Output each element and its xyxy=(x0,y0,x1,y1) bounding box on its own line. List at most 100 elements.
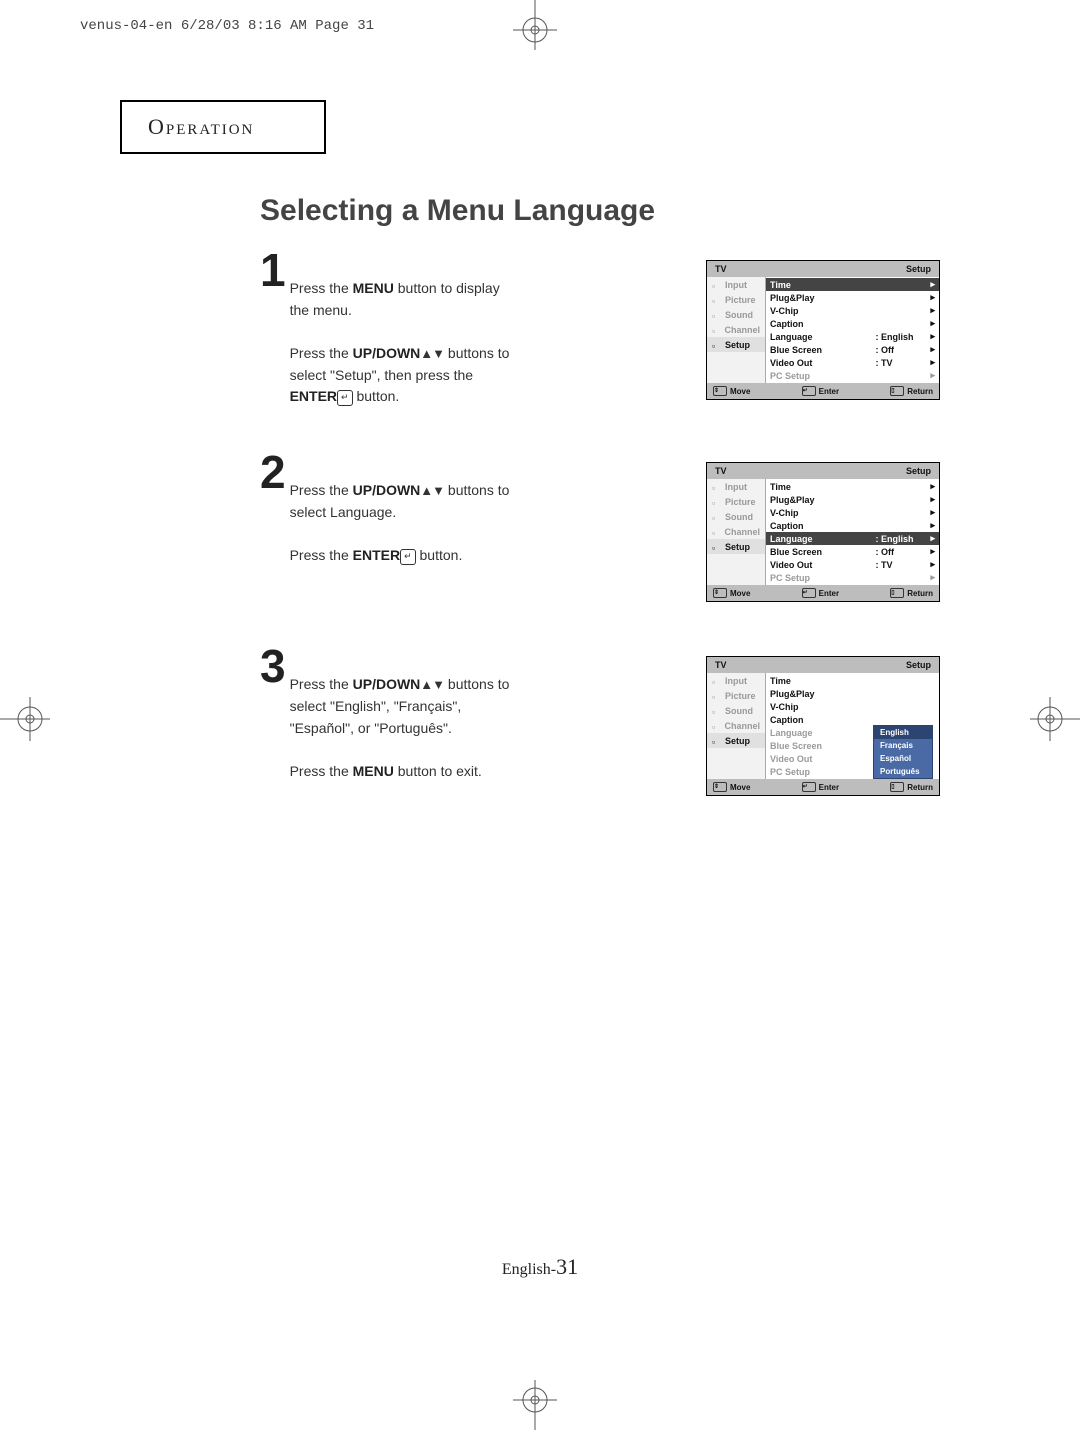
language-option: Português xyxy=(874,765,932,778)
osd-header-right: Setup xyxy=(906,660,931,670)
osd-body: ▫Input▫Picture▫Sound▫Channel▫SetupTime▸P… xyxy=(707,277,939,383)
step-number: 3 xyxy=(260,646,286,687)
osd-item-name: Video Out xyxy=(770,754,873,764)
osd-side-label: Channel xyxy=(724,721,760,731)
osd-side-item: ▫Setup xyxy=(707,539,765,554)
return-icon: ▯ xyxy=(890,386,904,396)
page: venus-04-en 6/28/03 8:16 AM Page 31 Oper… xyxy=(0,0,1080,1430)
osd-item-name: Plug&Play xyxy=(770,293,873,303)
menu-category-icon: ▫ xyxy=(712,543,722,551)
osd-side-label: Input xyxy=(725,482,747,492)
menu-category-icon: ▫ xyxy=(712,296,722,304)
osd-side-label: Sound xyxy=(725,512,753,522)
osd-item: Time xyxy=(766,674,939,687)
crop-mark-left xyxy=(0,689,60,749)
osd-item-name: Caption xyxy=(770,319,873,329)
osd-item-name: Blue Screen xyxy=(770,345,873,355)
menu-category-icon: ▫ xyxy=(712,737,722,745)
osd-item-value: TV xyxy=(881,358,925,368)
updown-icon: ▲▼ xyxy=(420,483,444,498)
osd-item-name: V-Chip xyxy=(770,508,873,518)
step-body: Press the UP/DOWN▲▼ buttons to select La… xyxy=(290,458,940,602)
osd-header-left: TV xyxy=(715,466,727,476)
menu-category-icon: ▫ xyxy=(712,281,722,289)
move-icon: ⇕ xyxy=(713,588,727,598)
osd-item: PC Setup▸ xyxy=(766,369,939,382)
language-option: English xyxy=(874,726,932,739)
osd-header: TVSetup xyxy=(707,463,939,479)
chevron-right-icon: ▸ xyxy=(925,520,935,531)
osd-item-value: English xyxy=(881,534,925,544)
osd-item: Plug&Play▸ xyxy=(766,493,939,506)
move-icon: ⇕ xyxy=(713,782,727,792)
tv-menu-screenshot: TVSetup▫Input▫Picture▫Sound▫Channel▫Setu… xyxy=(706,656,940,796)
osd-list: Time▸Plug&Play▸V-Chip▸Caption▸Language:E… xyxy=(766,277,939,383)
osd-item: PC Setup▸ xyxy=(766,571,939,584)
osd-item: Caption▸ xyxy=(766,519,939,532)
osd-side-label: Picture xyxy=(725,497,756,507)
osd-item: Time▸ xyxy=(766,480,939,493)
osd-sidebar: ▫Input▫Picture▫Sound▫Channel▫Setup xyxy=(707,277,766,383)
enter-icon: ↵ xyxy=(802,782,816,792)
page-number-value: 31 xyxy=(556,1254,578,1279)
chevron-right-icon: ▸ xyxy=(925,507,935,518)
osd-side-item: ▫Setup xyxy=(707,733,765,748)
chevron-right-icon: ▸ xyxy=(925,481,935,492)
language-popup: EnglishFrançaisEspañolPortuguês xyxy=(873,725,933,779)
crop-mark-bottom xyxy=(505,1370,565,1430)
osd-side-label: Channel xyxy=(724,527,760,537)
chevron-right-icon: ▸ xyxy=(925,318,935,329)
step-number: 2 xyxy=(260,452,286,493)
osd-body: ▫Input▫Picture▫Sound▫Channel▫SetupTime▸P… xyxy=(707,479,939,585)
step-number: 1 xyxy=(260,250,286,291)
chevron-right-icon: ▸ xyxy=(925,279,935,290)
menu-category-icon: ▫ xyxy=(712,498,722,506)
osd-item-name: Language xyxy=(770,728,873,738)
osd-header-left: TV xyxy=(715,264,727,274)
chevron-right-icon: ▸ xyxy=(925,533,935,544)
osd-item: Blue Screen:Off▸ xyxy=(766,343,939,356)
enter-icon: ↵ xyxy=(400,549,416,565)
osd-item-name: V-Chip xyxy=(770,702,873,712)
crop-mark-top xyxy=(505,0,565,60)
chevron-right-icon: ▸ xyxy=(925,559,935,570)
tv-menu-screenshot: TVSetup▫Input▫Picture▫Sound▫Channel▫Setu… xyxy=(706,260,940,400)
enter-icon: ↵ xyxy=(802,588,816,598)
content: Selecting a Menu Language 1Press the MEN… xyxy=(260,194,940,796)
osd-list: Time▸Plug&Play▸V-Chip▸Caption▸Language:E… xyxy=(766,479,939,585)
osd-item: V-Chip xyxy=(766,700,939,713)
osd-item-name: V-Chip xyxy=(770,306,873,316)
osd-side-item: ▫Picture xyxy=(707,688,765,703)
osd-item: Time ▸ xyxy=(766,278,939,291)
osd-sidebar: ▫Input▫Picture▫Sound▫Channel▫Setup xyxy=(707,479,766,585)
osd-item-value: Off xyxy=(881,345,925,355)
step-text: Press the UP/DOWN▲▼ buttons to select La… xyxy=(290,480,520,567)
osd-item-name: Time xyxy=(770,676,873,686)
osd-footer: ⇕ Move↵ Enter▯ Return xyxy=(707,383,939,399)
menu-category-icon: ▫ xyxy=(712,677,722,685)
osd-side-item: ▫Setup xyxy=(707,337,765,352)
osd-sidebar: ▫Input▫Picture▫Sound▫Channel▫Setup xyxy=(707,673,766,779)
osd-footer: ⇕ Move↵ Enter▯ Return xyxy=(707,779,939,795)
chevron-right-icon: ▸ xyxy=(925,494,935,505)
osd-item-name: Time xyxy=(770,280,873,290)
osd-item: Language:English▸ xyxy=(766,330,939,343)
osd-side-label: Setup xyxy=(725,736,750,746)
osd-side-label: Setup xyxy=(725,542,750,552)
menu-category-icon: ▫ xyxy=(712,528,721,536)
osd-side-label: Setup xyxy=(725,340,750,350)
osd-item-name: Caption xyxy=(770,715,873,725)
tv-menu-screenshot: TVSetup▫Input▫Picture▫Sound▫Channel▫Setu… xyxy=(706,462,940,602)
chevron-right-icon: ▸ xyxy=(925,370,935,381)
osd-side-label: Sound xyxy=(725,706,753,716)
osd-item-value: English xyxy=(881,332,925,342)
chevron-right-icon: ▸ xyxy=(925,344,935,355)
osd-side-item: ▫Sound xyxy=(707,509,765,524)
osd-side-item: ▫Picture xyxy=(707,494,765,509)
print-header: venus-04-en 6/28/03 8:16 AM Page 31 xyxy=(80,18,374,34)
osd-side-label: Sound xyxy=(725,310,753,320)
osd-item-name: Video Out xyxy=(770,560,873,570)
osd-header: TVSetup xyxy=(707,657,939,673)
language-option: Français xyxy=(874,739,932,752)
menu-category-icon: ▫ xyxy=(712,692,722,700)
